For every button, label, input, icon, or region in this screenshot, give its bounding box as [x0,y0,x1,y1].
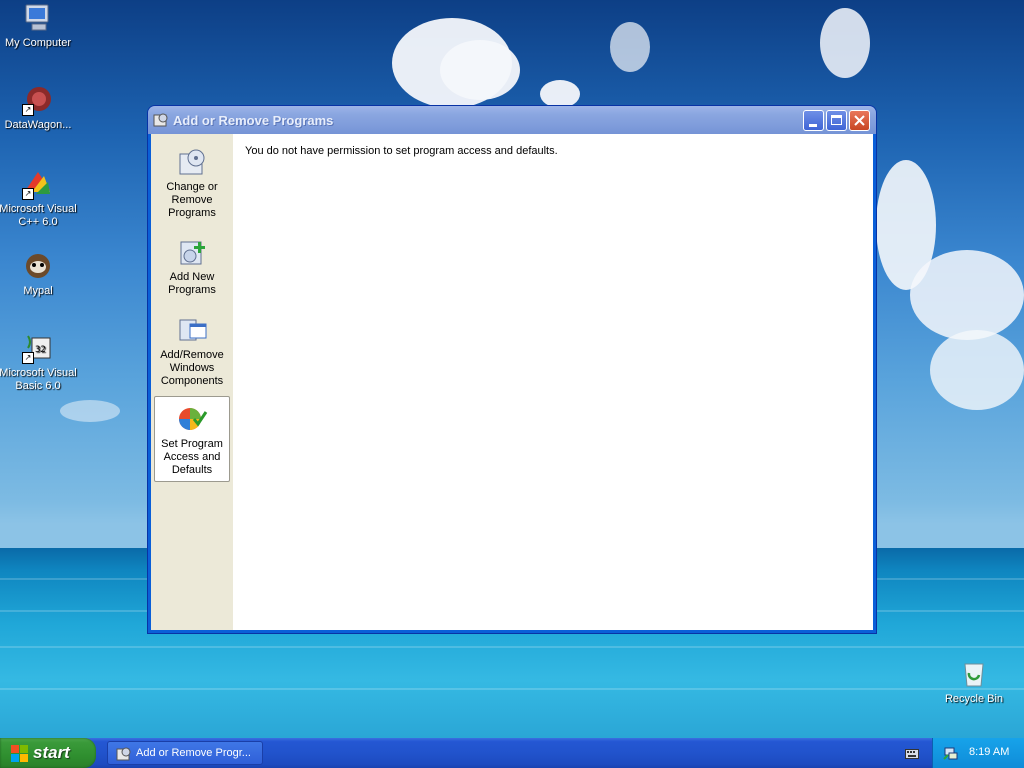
sidebar-item-text: Add/Remove Windows Components [154,349,230,388]
sidebar-item-label: Components [160,375,224,387]
sidebar-item-label: Programs [168,207,216,219]
shortcut-arrow-icon: ↗ [22,352,34,364]
shortcut-arrow-icon: ↗ [22,188,34,200]
desktop-icon-label: My Computer [4,37,72,49]
visual-basic-icon: 32 ↗ [22,332,54,364]
sidebar-item-windows-components[interactable]: Add/Remove Windows Components [154,308,230,390]
wave [0,688,1024,690]
desktop-icon-label: Microsoft Visual C++ 6.0 [0,203,77,228]
clock[interactable]: 8:19 AM [969,746,1009,758]
desktop-icon-label: Mypal [23,285,53,297]
cloud [930,330,1024,410]
desktop-icon-label: DataWagon... [4,119,72,131]
content-pane: You do not have permission to set progra… [233,134,873,630]
maximize-icon [831,115,842,125]
desktop-icon-mypal[interactable]: Mypal [0,250,78,298]
desktop-icon-visual-basic[interactable]: 32 ↗ Microsoft Visual Basic 6.0 [0,332,78,393]
add-new-programs-icon [176,236,208,268]
desktop-icon-datawagon[interactable]: ↗ DataWagon... [0,84,78,132]
cloud [910,250,1024,340]
sidebar-item-label: Access and [163,451,221,463]
system-tray: 8:19 AM [932,738,1024,768]
window-title: Add or Remove Programs [173,113,334,128]
desktop-icon-recycle-bin[interactable]: Recycle Bin [934,658,1014,706]
sidebar-item-label: Set Program [161,438,223,450]
desktop-icon-label: Recycle Bin [944,693,1004,705]
wave [0,646,1024,648]
sidebar-item-add-new-programs[interactable]: Add New Programs [154,230,230,300]
recycle-bin-icon [958,658,990,690]
sidebar-item-label: Programs [168,284,216,296]
keyboard-icon[interactable] [905,747,919,759]
change-remove-programs-icon [176,146,208,178]
taskbar: start Add or Remove Progr... 8:19 AM [0,738,1024,768]
close-icon [854,115,865,126]
sidebar-item-text: Add New Programs [154,271,230,297]
title-bar[interactable]: Add or Remove Programs [148,106,876,134]
windows-components-icon [176,314,208,346]
taskbar-button-label: Add or Remove Progr... [136,747,251,759]
sidebar-item-label: Add New [169,271,215,283]
minimize-icon [809,124,817,127]
mypal-icon [22,250,54,282]
sidebar-item-change-remove-programs[interactable]: Change or Remove Programs [154,140,230,222]
start-button[interactable]: start [0,738,96,768]
close-button[interactable] [849,110,870,131]
shortcut-arrow-icon: ↗ [22,104,34,116]
sidebar: Change or Remove Programs Add New Progra… [151,134,233,630]
add-remove-programs-icon [116,747,131,761]
maximize-button[interactable] [826,110,847,131]
desktop-icon-my-computer[interactable]: My Computer [0,2,78,50]
cloud [820,8,870,78]
sidebar-item-label: Defaults [171,464,213,476]
windows-logo-icon [11,745,28,762]
window-client-area: Change or Remove Programs Add New Progra… [151,134,873,630]
sidebar-item-label: Windows [169,362,215,374]
permission-message: You do not have permission to set progra… [245,145,558,157]
sidebar-item-label: Remove [171,194,213,206]
my-computer-icon [22,2,54,34]
cloud [440,40,520,100]
sidebar-item-label: Change or [166,181,218,193]
datawagon-icon: ↗ [22,84,54,116]
minimize-button[interactable] [803,110,824,131]
sidebar-item-set-program-access[interactable]: Set Program Access and Defaults [154,396,230,482]
sidebar-item-text: Set Program Access and Defaults [155,438,229,477]
start-label: start [33,743,70,762]
svg-text:32: 32 [35,345,46,355]
sidebar-item-text: Change or Remove Programs [154,181,230,220]
visual-cpp-icon: ↗ [22,168,54,200]
cloud [540,80,580,108]
cloud [610,22,650,72]
add-remove-programs-window: Add or Remove Programs Change or Remove [148,106,876,633]
taskbar-button-add-remove-programs[interactable]: Add or Remove Progr... [107,741,263,765]
sidebar-item-label: Add/Remove [160,349,224,361]
set-program-access-icon [176,403,208,435]
add-remove-programs-icon [153,113,168,127]
desktop-icon-label: Microsoft Visual Basic 6.0 [0,367,77,392]
cloud [60,400,120,422]
desktop-icon-visual-cpp[interactable]: ↗ Microsoft Visual C++ 6.0 [0,168,78,229]
network-icon[interactable] [943,745,959,761]
